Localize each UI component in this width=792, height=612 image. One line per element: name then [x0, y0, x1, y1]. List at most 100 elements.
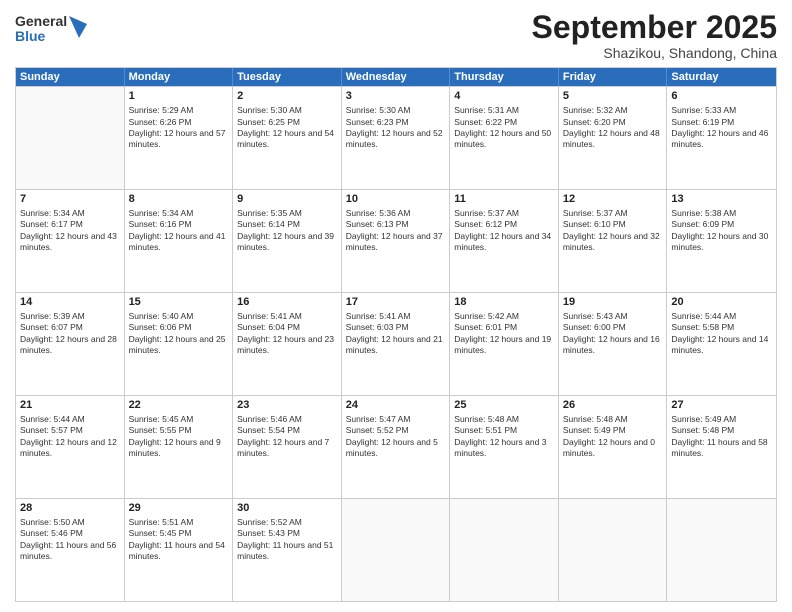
- calendar-cell: 19Sunrise: 5:43 AMSunset: 6:00 PMDayligh…: [559, 293, 668, 395]
- day-number: 23: [237, 398, 337, 413]
- calendar-cell: 21Sunrise: 5:44 AMSunset: 5:57 PMDayligh…: [16, 396, 125, 498]
- daylight-text: Daylight: 12 hours and 25 minutes.: [129, 334, 226, 355]
- day-number: 9: [237, 192, 337, 207]
- day-number: 13: [671, 192, 772, 207]
- day-number: 8: [129, 192, 229, 207]
- calendar-body: 1Sunrise: 5:29 AMSunset: 6:26 PMDaylight…: [16, 86, 776, 601]
- daylight-text: Daylight: 12 hours and 19 minutes.: [454, 334, 551, 355]
- day-number: 10: [346, 192, 446, 207]
- sunrise-text: Sunrise: 5:45 AM: [129, 414, 194, 424]
- day-number: 28: [20, 501, 120, 516]
- daylight-text: Daylight: 12 hours and 37 minutes.: [346, 231, 443, 252]
- day-number: 16: [237, 295, 337, 310]
- sunrise-text: Sunrise: 5:36 AM: [346, 208, 411, 218]
- calendar-day-header: Tuesday: [233, 68, 342, 86]
- calendar-cell: 17Sunrise: 5:41 AMSunset: 6:03 PMDayligh…: [342, 293, 451, 395]
- daylight-text: Daylight: 12 hours and 30 minutes.: [671, 231, 768, 252]
- daylight-text: Daylight: 12 hours and 54 minutes.: [237, 128, 334, 149]
- sunrise-text: Sunrise: 5:35 AM: [237, 208, 302, 218]
- calendar-cell: 11Sunrise: 5:37 AMSunset: 6:12 PMDayligh…: [450, 190, 559, 292]
- day-number: 22: [129, 398, 229, 413]
- page: General Blue September 2025 Shazikou, Sh…: [0, 0, 792, 612]
- sunrise-text: Sunrise: 5:40 AM: [129, 311, 194, 321]
- daylight-text: Daylight: 12 hours and 12 minutes.: [20, 437, 117, 458]
- day-number: 17: [346, 295, 446, 310]
- logo-general-text: General: [15, 14, 67, 29]
- sunrise-text: Sunrise: 5:29 AM: [129, 105, 194, 115]
- calendar-cell: [667, 499, 776, 601]
- calendar-day-header: Sunday: [16, 68, 125, 86]
- logo-blue-text: Blue: [15, 29, 67, 44]
- sunset-text: Sunset: 5:46 PM: [20, 528, 83, 538]
- sunset-text: Sunset: 6:20 PM: [563, 117, 626, 127]
- calendar-cell: 15Sunrise: 5:40 AMSunset: 6:06 PMDayligh…: [125, 293, 234, 395]
- sunrise-text: Sunrise: 5:31 AM: [454, 105, 519, 115]
- day-number: 25: [454, 398, 554, 413]
- title-month: September 2025: [532, 10, 777, 45]
- day-number: 21: [20, 398, 120, 413]
- calendar-header: SundayMondayTuesdayWednesdayThursdayFrid…: [16, 68, 776, 86]
- sunset-text: Sunset: 6:06 PM: [129, 322, 192, 332]
- calendar-cell: 22Sunrise: 5:45 AMSunset: 5:55 PM Dayligh…: [125, 396, 234, 498]
- day-number: 26: [563, 398, 663, 413]
- logo-icon: [69, 16, 87, 38]
- day-number: 19: [563, 295, 663, 310]
- daylight-text: Daylight: 12 hours and 7 minutes.: [237, 437, 329, 458]
- sunrise-text: Sunrise: 5:51 AM: [129, 517, 194, 527]
- daylight-text: Daylight: 12 hours and 16 minutes.: [563, 334, 660, 355]
- sunset-text: Sunset: 6:14 PM: [237, 219, 300, 229]
- day-number: 24: [346, 398, 446, 413]
- calendar-cell: 14Sunrise: 5:39 AMSunset: 6:07 PMDayligh…: [16, 293, 125, 395]
- calendar-week-row: 28Sunrise: 5:50 AMSunset: 5:46 PMDayligh…: [16, 498, 776, 601]
- calendar-week-row: 14Sunrise: 5:39 AMSunset: 6:07 PMDayligh…: [16, 292, 776, 395]
- sunrise-text: Sunrise: 5:37 AM: [454, 208, 519, 218]
- calendar-cell: 9Sunrise: 5:35 AMSunset: 6:14 PM Daylight…: [233, 190, 342, 292]
- day-number: 18: [454, 295, 554, 310]
- sunset-text: Sunset: 5:58 PM: [671, 322, 734, 332]
- daylight-text: Daylight: 11 hours and 56 minutes.: [20, 540, 116, 561]
- day-number: 4: [454, 89, 554, 104]
- calendar-cell: 23Sunrise: 5:46 AMSunset: 5:54 PMDayligh…: [233, 396, 342, 498]
- header: General Blue September 2025 Shazikou, Sh…: [15, 10, 777, 61]
- sunset-text: Sunset: 6:16 PM: [129, 219, 192, 229]
- sunset-text: Sunset: 5:49 PM: [563, 425, 626, 435]
- sunrise-text: Sunrise: 5:44 AM: [671, 311, 736, 321]
- day-number: 2: [237, 89, 337, 104]
- sunrise-text: Sunrise: 5:34 AM: [129, 208, 194, 218]
- day-number: 6: [671, 89, 772, 104]
- day-number: 20: [671, 295, 772, 310]
- calendar-day-header: Wednesday: [342, 68, 451, 86]
- sunset-text: Sunset: 6:09 PM: [671, 219, 734, 229]
- daylight-text: Daylight: 12 hours and 9 minutes.: [129, 437, 221, 458]
- sunrise-text: Sunrise: 5:47 AM: [346, 414, 411, 424]
- sunrise-text: Sunrise: 5:30 AM: [237, 105, 302, 115]
- calendar-cell: 28Sunrise: 5:50 AMSunset: 5:46 PMDayligh…: [16, 499, 125, 601]
- calendar-day-header: Monday: [125, 68, 234, 86]
- day-number: 5: [563, 89, 663, 104]
- daylight-text: Daylight: 12 hours and 48 minutes.: [563, 128, 660, 149]
- sunset-text: Sunset: 5:55 PM: [129, 425, 192, 435]
- title-location: Shazikou, Shandong, China: [532, 45, 777, 61]
- day-number: 29: [129, 501, 229, 516]
- daylight-text: Daylight: 12 hours and 3 minutes.: [454, 437, 546, 458]
- calendar-cell: 26Sunrise: 5:48 AMSunset: 5:49 PMDayligh…: [559, 396, 668, 498]
- sunrise-text: Sunrise: 5:39 AM: [20, 311, 85, 321]
- calendar-week-row: 21Sunrise: 5:44 AMSunset: 5:57 PMDayligh…: [16, 395, 776, 498]
- daylight-text: Daylight: 12 hours and 39 minutes.: [237, 231, 334, 252]
- sunset-text: Sunset: 5:43 PM: [237, 528, 300, 538]
- calendar-week-row: 1Sunrise: 5:29 AMSunset: 6:26 PMDaylight…: [16, 86, 776, 189]
- day-number: 11: [454, 192, 554, 207]
- sunrise-text: Sunrise: 5:48 AM: [563, 414, 628, 424]
- logo: General Blue: [15, 14, 87, 45]
- day-number: 30: [237, 501, 337, 516]
- day-number: 1: [129, 89, 229, 104]
- daylight-text: Daylight: 11 hours and 51 minutes.: [237, 540, 333, 561]
- calendar-cell: 1Sunrise: 5:29 AMSunset: 6:26 PMDaylight…: [125, 87, 234, 189]
- sunset-text: Sunset: 6:13 PM: [346, 219, 409, 229]
- calendar-cell: [16, 87, 125, 189]
- calendar-cell: 27Sunrise: 5:49 AMSunset: 5:48 PMDayligh…: [667, 396, 776, 498]
- daylight-text: Daylight: 12 hours and 52 minutes.: [346, 128, 443, 149]
- calendar-cell: 25Sunrise: 5:48 AMSunset: 5:51 PMDayligh…: [450, 396, 559, 498]
- calendar-cell: 8Sunrise: 5:34 AMSunset: 6:16 PMDaylight…: [125, 190, 234, 292]
- day-number: 3: [346, 89, 446, 104]
